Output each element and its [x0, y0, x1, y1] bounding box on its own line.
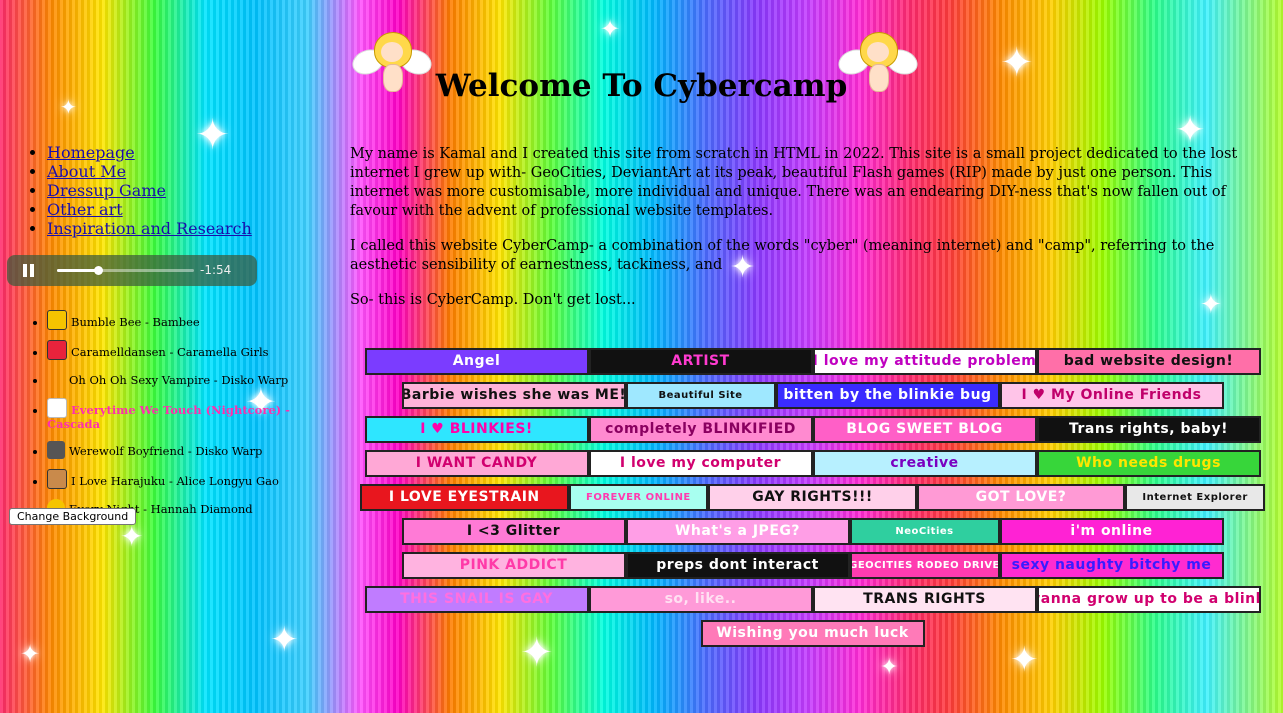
- blinkie-row: I <3 Glitter What's a JPEG? NeoCities i'm o…: [360, 514, 1265, 548]
- blinkie-badge: creative: [812, 449, 1037, 477]
- seek-progress: [57, 269, 99, 272]
- nav-link-dressup-game[interactable]: Dressup Game: [47, 181, 166, 200]
- change-background-button[interactable]: Change Background: [9, 508, 137, 525]
- blinkie-badge: ARTIST: [588, 347, 813, 375]
- blinkie-row: I LOVE EYESTRAIN FOREVER ONLINE GAY RIGHTS…: [360, 480, 1265, 514]
- blinkie-badge: GEOCITIES RODEO DRIVE: [849, 551, 1000, 579]
- sparkle-icon: ✦: [880, 655, 899, 680]
- blinkie-badge: Angel: [364, 347, 589, 375]
- blinkie-badge: sexy naughty bitchy me: [999, 551, 1224, 579]
- blinkie-badge: TRANS RIGHTS: [812, 585, 1037, 613]
- blinkie-badge: I ♥ BLINKIES!: [364, 415, 589, 443]
- intro-paragraph: So- this is CyberCamp. Don't get lost...: [350, 292, 636, 308]
- nav-link-other-art[interactable]: Other art: [47, 200, 123, 219]
- blinkie-badge: completely BLINKIFIED: [588, 415, 813, 443]
- blinkie-badge: Internet Explorer: [1125, 483, 1265, 511]
- heart-icon: [47, 340, 67, 360]
- pause-icon[interactable]: [23, 264, 35, 277]
- intro-paragraph: My name is Kamal and I created this site…: [350, 146, 1238, 219]
- sparkle-icon: [47, 398, 67, 418]
- blinkie-badge: PINK ADDICT: [401, 551, 626, 579]
- blinkie-badge: so, like..: [588, 585, 813, 613]
- blinkie-row: Angel ARTIST I love my attitude problem bad…: [360, 344, 1265, 378]
- sparkle-icon: ✦: [270, 620, 299, 660]
- playlist-item[interactable]: Bumble Bee - Bambee: [47, 310, 307, 330]
- blinkie-badge: Barbie wishes she was ME!: [401, 381, 626, 409]
- blinkie-badge: Wishing you much luck: [700, 619, 925, 647]
- blinkie-row: Barbie wishes she was ME! Beautiful Site b…: [360, 378, 1265, 412]
- sparkle-icon: ✦: [20, 640, 41, 668]
- blinkie-badge: I love my attitude problem: [812, 347, 1037, 375]
- nav-item-homepage: Homepage: [47, 143, 252, 162]
- blinkie-badge: preps dont interact: [625, 551, 850, 579]
- playlist-item[interactable]: Oh Oh Oh Sexy Vampire - Disko Warp: [47, 370, 307, 388]
- wolf-icon: [47, 441, 65, 459]
- bear-icon: [47, 469, 67, 489]
- blinkie-row: I ♥ BLINKIES! completely BLINKIFIED BLOG S…: [360, 412, 1265, 446]
- nav-link-inspiration[interactable]: Inspiration and Research: [47, 219, 252, 238]
- playlist-item[interactable]: I Love Harajuku - Alice Longyu Gao: [47, 469, 307, 489]
- blinkie-badge: I love my computer: [588, 449, 813, 477]
- playlist: Bumble Bee - Bambee Caramelldansen - Car…: [28, 310, 307, 527]
- blinkie-row: PINK ADDICT preps dont interact GEOCITIES …: [360, 548, 1265, 582]
- blinkie-collection: Angel ARTIST I love my attitude problem bad…: [360, 344, 1265, 650]
- nav-item-other-art: Other art: [47, 200, 252, 219]
- blinkie-badge: I WANT CANDY: [364, 449, 589, 477]
- seek-handle[interactable]: [94, 266, 104, 275]
- blank-icon: [47, 370, 65, 388]
- blinkie-badge: BLOG SWEET BLOG: [812, 415, 1037, 443]
- nav-item-about: About Me: [47, 162, 252, 181]
- blinkie-badge: I ♥ My Online Friends: [999, 381, 1224, 409]
- blinkie-badge: Who needs drugs: [1036, 449, 1261, 477]
- intro-paragraph: I called this website CyberCamp- a combi…: [350, 238, 1215, 273]
- blinkie-badge: THIS SNAIL IS GAY: [364, 585, 589, 613]
- intro-text: My name is Kamal and I created this site…: [350, 145, 1270, 326]
- blinkie-badge: I <3 Glitter: [401, 517, 626, 545]
- blinkie-badge: Beautiful Site: [625, 381, 776, 409]
- blinkie-badge: GAY RIGHTS!!!: [708, 483, 917, 511]
- blinkie-badge: NeoCities: [849, 517, 1000, 545]
- nav-item-dressup: Dressup Game: [47, 181, 252, 200]
- nav-item-inspiration: Inspiration and Research: [47, 219, 252, 238]
- blinkie-row: I WANT CANDY I love my computer creative Wh…: [360, 446, 1265, 480]
- blinkie-badge: Trans rights, baby!: [1036, 415, 1261, 443]
- blinkie-badge: I wanna grow up to be a blinkie: [1036, 585, 1261, 613]
- page-title: Welcome To Cybercamp: [435, 68, 848, 104]
- remaining-time: -1:54: [200, 263, 232, 277]
- playlist-item[interactable]: Caramelldansen - Caramella Girls: [47, 340, 307, 360]
- blinkie-row: THIS SNAIL IS GAYso, like..TRANS RIGHTSI…: [360, 582, 1265, 616]
- bee-icon: [47, 310, 67, 330]
- blinkie-badge: bad website design!: [1036, 347, 1261, 375]
- blinkie-badge: FOREVER ONLINE: [568, 483, 709, 511]
- playlist-item-active[interactable]: Everytime We Touch (Nightcore) - Cascada: [47, 398, 307, 431]
- playlist-item[interactable]: Werewolf Boyfriend - Disko Warp: [47, 441, 307, 459]
- seek-slider[interactable]: [57, 266, 194, 275]
- main-nav: Homepage About Me Dressup Game Other art…: [28, 143, 252, 238]
- blinkie-row: Wishing you much luck: [360, 616, 1265, 650]
- nav-link-homepage[interactable]: Homepage: [47, 143, 135, 162]
- blinkie-badge: bitten by the blinkie bug: [775, 381, 1000, 409]
- blinkie-badge: i'm online: [999, 517, 1224, 545]
- blinkie-badge: GOT LOVE?: [916, 483, 1126, 511]
- blinkie-badge: What's a JPEG?: [625, 517, 850, 545]
- sparkle-icon: ✦: [600, 15, 621, 43]
- nav-link-about-me[interactable]: About Me: [47, 162, 126, 181]
- blinkie-badge: I LOVE EYESTRAIN: [360, 483, 569, 511]
- audio-player: -1:54: [7, 255, 257, 286]
